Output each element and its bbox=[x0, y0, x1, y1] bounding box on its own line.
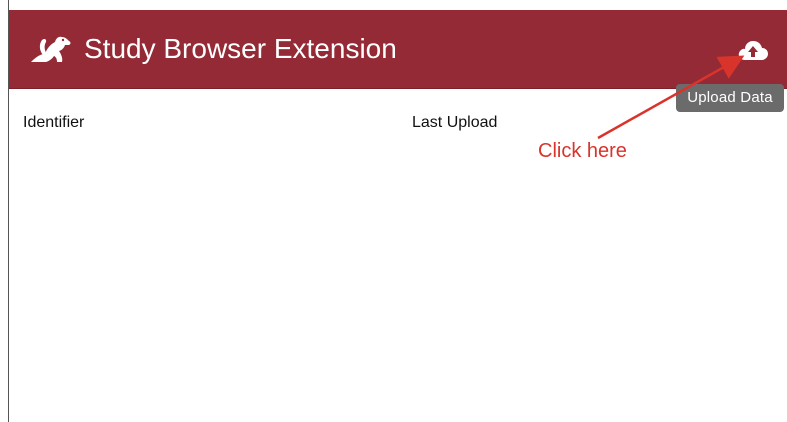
column-header-identifier: Identifier bbox=[23, 114, 85, 131]
column-header-last-upload: Last Upload bbox=[412, 114, 498, 131]
annotation-arrow bbox=[597, 55, 745, 140]
annotation-click-here: Click here bbox=[538, 140, 627, 162]
top-margin bbox=[8, 0, 787, 10]
chipmunk-logo-icon bbox=[31, 36, 71, 62]
extension-popup: Study Browser Extension Upload Data Iden… bbox=[0, 0, 787, 422]
app-title: Study Browser Extension bbox=[84, 33, 397, 64]
